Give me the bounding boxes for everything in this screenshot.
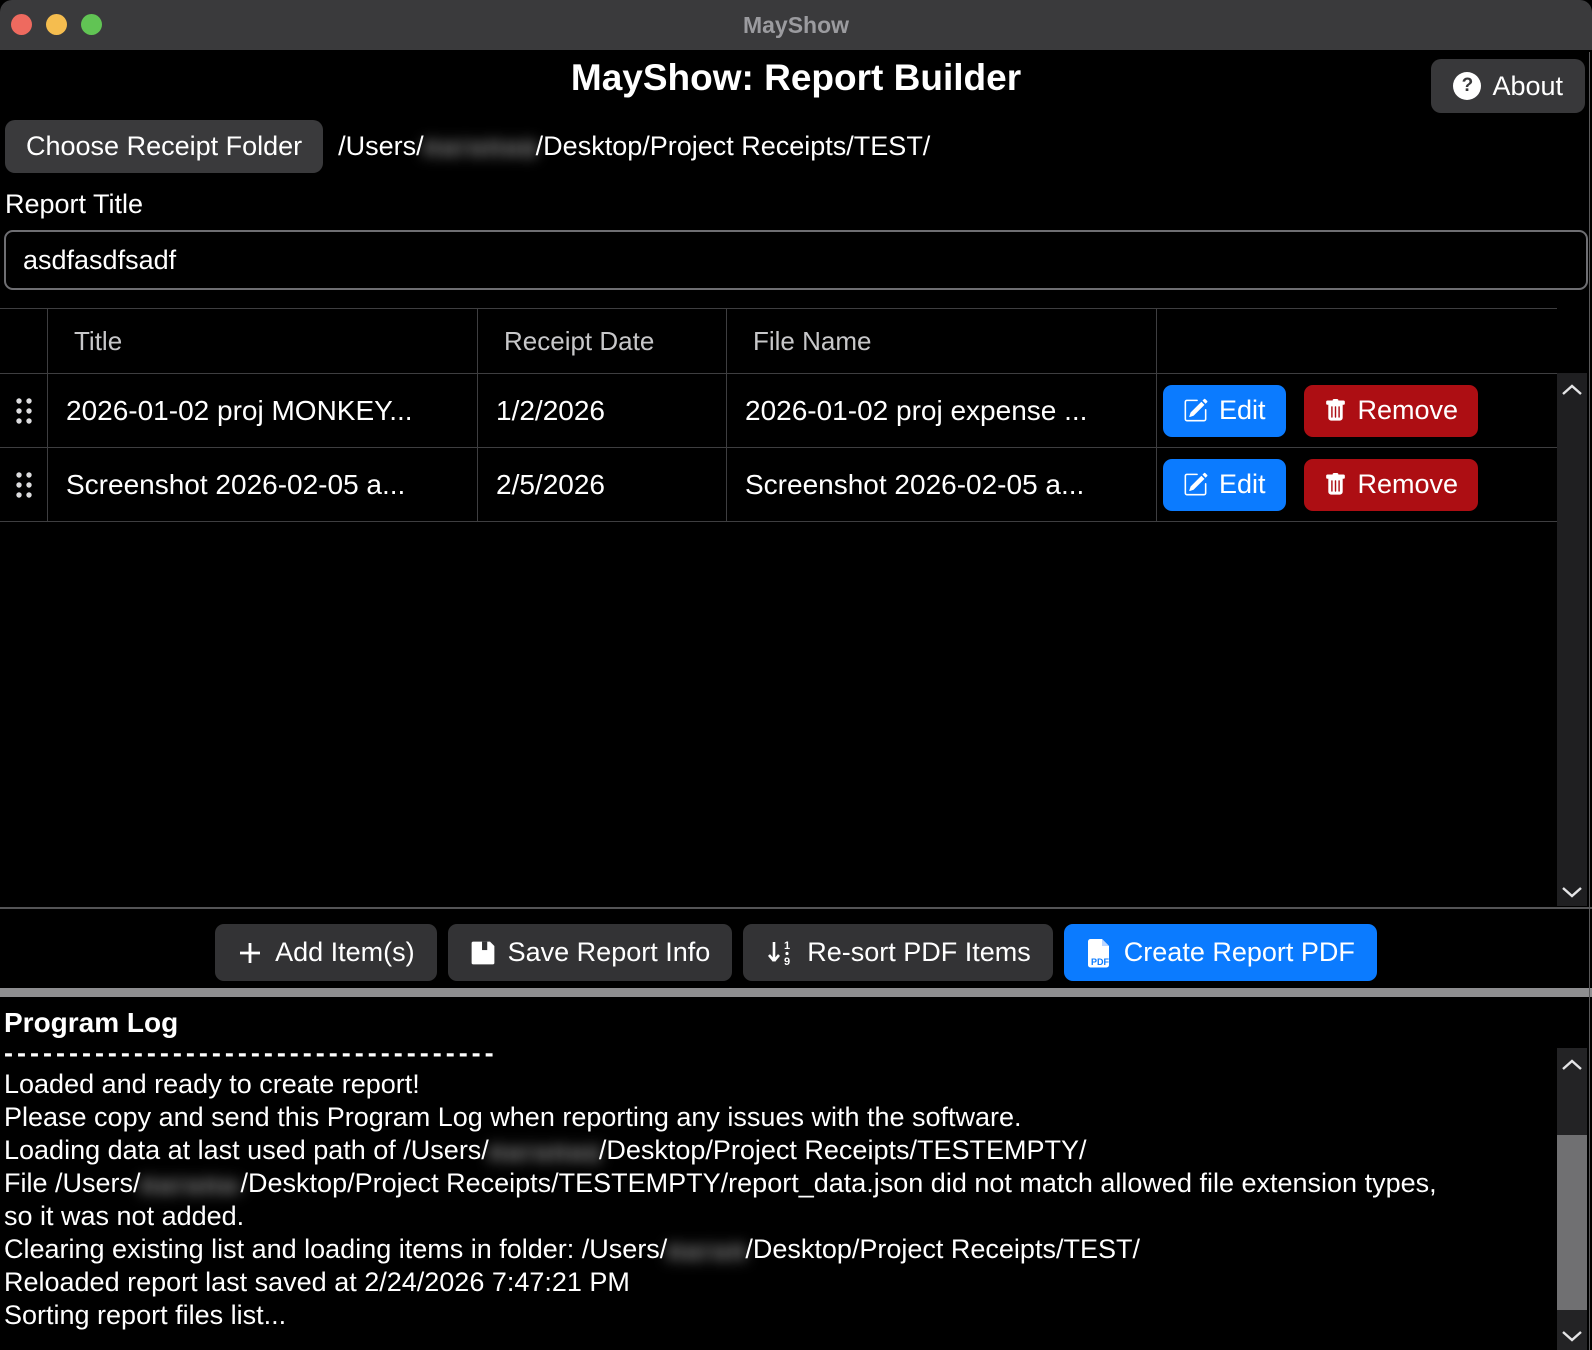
- log-line: Reloaded report last saved at 2/24/2026 …: [4, 1266, 1464, 1299]
- column-header-file-name: File Name: [727, 309, 1157, 373]
- plus-icon: [237, 940, 263, 966]
- column-header-title: Title: [48, 309, 478, 373]
- resort-pdf-items-label: Re-sort PDF Items: [807, 937, 1031, 968]
- drag-handle-icon: [14, 469, 34, 501]
- remove-button[interactable]: Remove: [1304, 459, 1479, 511]
- items-table: Title Receipt Date File Name 2026-01-02 …: [0, 308, 1557, 906]
- log-line: Clearing existing list and loading items…: [4, 1233, 1464, 1266]
- scroll-up-button[interactable]: [1559, 1056, 1585, 1072]
- chevron-down-icon: [1560, 886, 1584, 899]
- edit-button[interactable]: Edit: [1163, 385, 1286, 437]
- cell-title: Screenshot 2026-02-05 a...: [48, 448, 478, 521]
- column-header-drag: [0, 309, 48, 373]
- program-log-body: Loaded and ready to create report! Pleas…: [4, 1068, 1464, 1332]
- section-divider-bar: [0, 988, 1592, 997]
- table-row: 2026-01-02 proj MONKEY... 1/2/2026 2026-…: [0, 374, 1557, 448]
- scroll-up-button[interactable]: [1559, 381, 1585, 397]
- cell-actions: Edit Remove: [1157, 374, 1557, 447]
- remove-button-label: Remove: [1358, 469, 1459, 500]
- log-line: Loading data at last used path of /Users…: [4, 1134, 1464, 1167]
- actions-row: Add Item(s) Save Report Info 1 9 Re-sort…: [0, 924, 1592, 981]
- titlebar: MayShow: [0, 0, 1592, 50]
- edit-button[interactable]: Edit: [1163, 459, 1286, 511]
- log-text: /Desktop/Project Receipts/TESTEMPTY/: [599, 1135, 1087, 1165]
- chevron-down-icon: [1560, 1330, 1584, 1343]
- report-title-label: Report Title: [5, 189, 143, 220]
- redacted-username: nxrxnxo: [424, 132, 536, 162]
- log-text: Loading data at last used path of /Users…: [4, 1135, 489, 1165]
- drag-handle-icon: [14, 395, 34, 427]
- pdf-file-icon: PDF: [1086, 938, 1112, 968]
- remove-button-label: Remove: [1358, 395, 1459, 426]
- about-button[interactable]: ? About: [1431, 59, 1585, 113]
- table-scrollbar[interactable]: [1557, 373, 1587, 906]
- about-button-label: About: [1492, 71, 1563, 102]
- program-log-panel: Program Log ----------------------------…: [0, 997, 1592, 1350]
- program-log-divider: --------------------------------------: [4, 1038, 1592, 1068]
- edit-button-label: Edit: [1219, 469, 1266, 500]
- log-line: Please copy and send this Program Log wh…: [4, 1101, 1464, 1134]
- trash-icon: [1324, 472, 1347, 497]
- log-text: File /Users/: [4, 1168, 141, 1198]
- divider: [0, 907, 1592, 909]
- cell-receipt-date: 1/2/2026: [478, 374, 727, 447]
- column-header-actions: [1157, 309, 1557, 373]
- window-title: MayShow: [0, 0, 1592, 50]
- choose-receipt-folder-button[interactable]: Choose Receipt Folder: [5, 120, 323, 173]
- receipt-folder-path: /Users/nxrxnxo/Desktop/Project Receipts/…: [338, 131, 930, 162]
- remove-button[interactable]: Remove: [1304, 385, 1479, 437]
- redacted-username: nxrxnxo: [489, 1137, 599, 1167]
- page-title: MayShow: Report Builder: [0, 57, 1592, 99]
- drag-handle[interactable]: [0, 448, 48, 521]
- cell-actions: Edit Remove: [1157, 448, 1557, 521]
- sort-numeric-down-icon: 1 9: [765, 939, 795, 967]
- program-log-title: Program Log: [4, 1007, 1592, 1038]
- redacted-username: nxrxnxo: [667, 1236, 745, 1266]
- log-text: /Desktop/Project Receipts/TEST/: [745, 1234, 1140, 1264]
- column-header-receipt-date: Receipt Date: [478, 309, 727, 373]
- log-text: Clearing existing list and loading items…: [4, 1234, 667, 1264]
- chevron-up-icon: [1560, 383, 1584, 396]
- pencil-square-icon: [1183, 398, 1208, 423]
- drag-handle[interactable]: [0, 374, 48, 447]
- question-circle-icon: ?: [1453, 72, 1481, 100]
- create-report-pdf-button[interactable]: PDF Create Report PDF: [1064, 924, 1377, 981]
- window-edge: [1589, 52, 1590, 1350]
- redacted-username: nxrxnxo: [141, 1170, 241, 1200]
- cell-receipt-date: 2/5/2026: [478, 448, 727, 521]
- scroll-down-button[interactable]: [1559, 1328, 1585, 1344]
- save-report-info-button[interactable]: Save Report Info: [448, 924, 733, 981]
- cell-title: 2026-01-02 proj MONKEY...: [48, 374, 478, 447]
- svg-text:1: 1: [784, 940, 790, 952]
- save-floppy-icon: [470, 940, 496, 966]
- folder-row: Choose Receipt Folder /Users/nxrxnxo/Des…: [5, 120, 930, 173]
- edit-button-label: Edit: [1219, 395, 1266, 426]
- report-title-input[interactable]: [4, 230, 1588, 290]
- table-row: Screenshot 2026-02-05 a... 2/5/2026 Scre…: [0, 448, 1557, 522]
- create-report-pdf-label: Create Report PDF: [1124, 937, 1355, 968]
- save-report-info-label: Save Report Info: [508, 937, 711, 968]
- log-line: Sorting report files list...: [4, 1299, 1464, 1332]
- svg-text:9: 9: [784, 956, 790, 967]
- path-prefix: /Users/: [338, 131, 424, 162]
- pencil-square-icon: [1183, 472, 1208, 497]
- cell-file-name: Screenshot 2026-02-05 a...: [727, 448, 1157, 521]
- chevron-up-icon: [1560, 1058, 1584, 1071]
- app-window: MayShow MayShow: Report Builder ? About …: [0, 0, 1592, 1350]
- table-header-row: Title Receipt Date File Name: [0, 309, 1557, 374]
- resort-pdf-items-button[interactable]: 1 9 Re-sort PDF Items: [743, 924, 1053, 981]
- add-items-label: Add Item(s): [275, 937, 415, 968]
- svg-text:PDF: PDF: [1091, 957, 1110, 967]
- scrollbar-thumb[interactable]: [1557, 1135, 1587, 1310]
- path-suffix: /Desktop/Project Receipts/TEST/: [536, 131, 931, 162]
- log-scrollbar[interactable]: [1557, 1048, 1587, 1350]
- log-line: Loaded and ready to create report!: [4, 1068, 1464, 1101]
- scroll-down-button[interactable]: [1559, 884, 1585, 900]
- log-line: File /Users/nxrxnxo/Desktop/Project Rece…: [4, 1167, 1464, 1233]
- add-items-button[interactable]: Add Item(s): [215, 924, 437, 981]
- cell-file-name: 2026-01-02 proj expense ...: [727, 374, 1157, 447]
- trash-icon: [1324, 398, 1347, 423]
